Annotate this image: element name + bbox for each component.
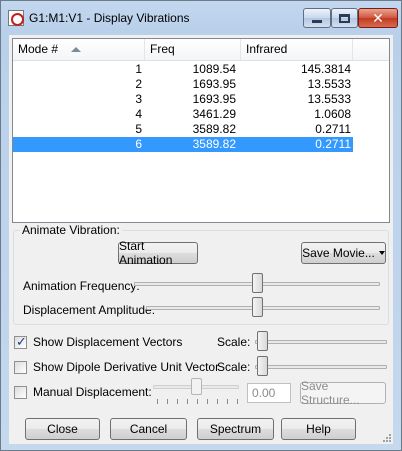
infrared-cell: 1.0608 <box>314 107 351 121</box>
slider-tick <box>157 399 158 404</box>
app-icon[interactable] <box>8 10 24 26</box>
infrared-cell: 13.5533 <box>307 77 351 91</box>
window-title: G1:M1:V1 - Display Vibrations <box>29 11 190 25</box>
vector-scale-slider[interactable] <box>257 331 268 351</box>
size-grip-icon[interactable] <box>382 433 392 443</box>
animation-frequency-label: Animation Frequency: <box>23 279 140 293</box>
animation-frequency-slider[interactable] <box>251 273 263 293</box>
slider-tick <box>227 399 228 404</box>
close-button[interactable]: Close <box>25 418 100 440</box>
displacement-amplitude-track[interactable] <box>146 306 380 310</box>
show-displacement-vectors-label: Show Displacement Vectors <box>33 335 183 349</box>
slider-tick <box>187 399 188 404</box>
minimize-button[interactable] <box>303 8 331 28</box>
save-structure-button[interactable]: Save Structure... <box>300 379 386 407</box>
spectrum-button[interactable]: Spectrum <box>197 418 274 440</box>
modes-list[interactable]: Mode # Freq Infrared 1 1089.54 145.3814 2 16… <box>12 38 390 223</box>
slider-tick <box>207 399 208 404</box>
maximize-icon <box>339 13 350 23</box>
dipole-scale-slider[interactable] <box>257 356 268 376</box>
manual-displacement-label: Manual Displacement: <box>33 385 152 399</box>
close-window-button[interactable]: ✕ <box>358 8 398 28</box>
mode-cell: 6 <box>135 137 142 151</box>
manual-displacement-ticks <box>157 399 238 405</box>
mode-cell: 2 <box>135 77 142 91</box>
dropdown-arrow-icon <box>378 251 385 255</box>
modes-rows: 1 1089.54 145.3814 2 1693.95 13.5533 3 1693.95 1… <box>13 62 389 152</box>
displacement-amplitude-slider[interactable] <box>251 297 263 317</box>
infrared-cell: 13.5533 <box>307 92 351 106</box>
dipole-scale-label: Scale: <box>217 360 251 374</box>
dipole-scale-track[interactable] <box>255 365 387 369</box>
show-dipole-derivative-checkbox[interactable] <box>14 361 27 374</box>
animate-vibration-label: Animate Vibration: <box>20 223 122 237</box>
table-row[interactable]: 5 3589.82 0.2711 <box>13 122 353 137</box>
show-dipole-derivative-label: Show Dipole Derivative Unit Vector <box>33 360 220 374</box>
vector-scale-label: Scale: <box>217 335 251 349</box>
manual-displacement-value-field[interactable]: 0.00 <box>247 383 291 403</box>
freq-cell: 3589.82 <box>192 137 236 151</box>
cancel-button[interactable]: Cancel <box>110 418 187 440</box>
infrared-cell: 145.3814 <box>300 62 351 76</box>
manual-displacement-slider[interactable] <box>190 378 202 395</box>
displacement-amplitude-label: Displacement Amplitude: <box>23 303 156 317</box>
column-headers: Mode # Freq Infrared <box>13 39 389 61</box>
save-movie-label: Save Movie... <box>302 246 375 260</box>
slider-tick <box>167 399 168 404</box>
close-icon: ✕ <box>372 9 384 26</box>
vector-scale-track[interactable] <box>255 340 387 344</box>
mode-cell: 3 <box>135 92 142 106</box>
show-displacement-vectors-checkbox[interactable] <box>14 334 27 350</box>
freq-cell: 1693.95 <box>192 77 236 91</box>
help-button[interactable]: Help <box>281 418 356 440</box>
table-row[interactable]: 4 3461.29 1.0608 <box>13 107 353 122</box>
sort-ascending-icon <box>71 47 81 52</box>
title-bar[interactable]: G1:M1:V1 - Display Vibrations ✕ <box>1 1 401 35</box>
mode-cell: 5 <box>135 122 142 136</box>
slider-tick <box>177 399 178 404</box>
animate-vibration-group: Animate Vibration: Start Animation Save … <box>13 223 389 325</box>
start-animation-button[interactable]: Start Animation <box>118 239 198 267</box>
column-header-mode-label: Mode # <box>18 42 59 56</box>
freq-cell: 1693.95 <box>192 92 236 106</box>
freq-cell: 3461.29 <box>192 107 236 121</box>
infrared-cell: 0.2711 <box>315 122 351 136</box>
dialog-body: Mode # Freq Infrared 1 1089.54 145.3814 2 16… <box>9 35 393 444</box>
infrared-cell: 0.2711 <box>315 137 351 151</box>
column-header-mode[interactable]: Mode # <box>13 39 145 61</box>
column-header-infrared[interactable]: Infrared <box>241 39 353 61</box>
slider-tick <box>217 399 218 404</box>
manual-displacement-checkbox[interactable] <box>14 386 27 399</box>
table-row[interactable]: 2 1693.95 13.5533 <box>13 77 353 92</box>
display-vibrations-window: G1:M1:V1 - Display Vibrations ✕ Mode # F… <box>0 0 402 451</box>
slider-tick <box>237 399 238 404</box>
table-row[interactable]: 3 1693.95 13.5533 <box>13 92 353 107</box>
freq-cell: 1089.54 <box>192 62 236 76</box>
maximize-button[interactable] <box>331 8 358 28</box>
freq-cell: 3589.82 <box>192 122 236 136</box>
table-row[interactable]: 6 3589.82 0.2711 <box>13 137 353 152</box>
table-row[interactable]: 1 1089.54 145.3814 <box>13 62 353 77</box>
minimize-icon <box>312 20 322 23</box>
mode-cell: 4 <box>135 107 142 121</box>
slider-tick <box>197 399 198 404</box>
save-movie-button[interactable]: Save Movie... <box>301 242 386 264</box>
mode-cell: 1 <box>135 62 142 76</box>
column-header-freq[interactable]: Freq <box>145 39 241 61</box>
